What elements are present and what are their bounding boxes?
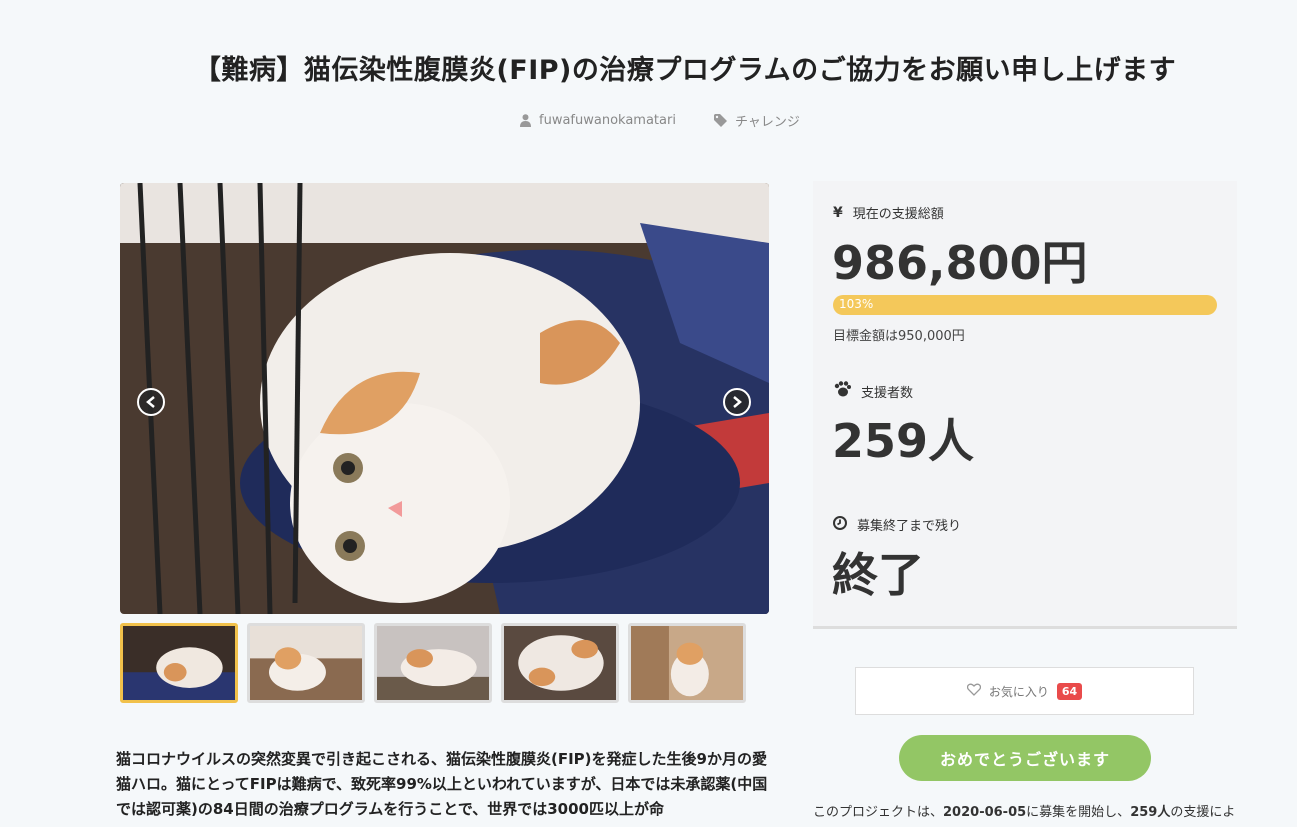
paw-icon <box>833 381 851 401</box>
user-icon <box>520 114 531 127</box>
thumbnail-4[interactable] <box>501 623 619 703</box>
remaining-label: 募集終了まで残り <box>857 519 962 534</box>
thumbnail-5[interactable] <box>628 623 746 703</box>
funded-label-row: ¥ 現在の支援総額 <box>833 203 944 223</box>
image-slider[interactable] <box>120 183 769 614</box>
note-date: 2020-06-05 <box>943 805 1027 820</box>
note-post: の支援によ <box>1170 805 1236 820</box>
chevron-right-icon <box>732 393 742 412</box>
note-backers: 259人 <box>1130 805 1171 820</box>
remaining-value: 終了 <box>832 548 924 602</box>
backers-label-row: 支援者数 <box>833 381 913 401</box>
note-mid: に募集を開始し、 <box>1026 805 1131 820</box>
project-description: 猫コロナウイルスの突然変異で引き起こされる、猫伝染性腹膜炎(FIP)を発症した生… <box>116 750 768 818</box>
project-summary-note: このプロジェクトは、2020-06-05に募集を開始し、259人の支援によ <box>813 801 1237 820</box>
thumbnail-1[interactable] <box>120 623 238 703</box>
cat-photo <box>120 183 769 614</box>
category-name: チャレンジ <box>734 115 800 130</box>
goal-text: 目標金額は950,000円 <box>833 329 965 344</box>
clock-icon <box>833 515 847 534</box>
thumbnail-2[interactable] <box>247 623 365 703</box>
favorite-button[interactable]: お気に入り 64 <box>855 667 1194 715</box>
backers-count: 259人 <box>832 414 975 468</box>
author-link[interactable]: fuwafuwanokamatari <box>520 113 676 128</box>
favorite-count-badge: 64 <box>1056 682 1083 700</box>
project-meta: fuwafuwanokamatari チャレンジ <box>520 111 838 130</box>
progress-fill <box>833 295 1217 315</box>
page-title: 【難病】猫伝染性腹膜炎(FIP)の治療プログラムのご協力をお願い申し上げます <box>193 55 1177 86</box>
thumbnail-strip <box>120 623 746 703</box>
thumbnail-3[interactable] <box>374 623 492 703</box>
progress-bar: 103% <box>833 295 1217 315</box>
remaining-label-row: 募集終了まで残り <box>833 515 961 534</box>
chevron-left-icon <box>146 393 156 412</box>
heart-icon <box>966 683 981 699</box>
note-pre: このプロジェクトは、 <box>813 805 944 820</box>
tag-icon <box>713 114 727 127</box>
funded-label: 現在の支援総額 <box>852 207 944 222</box>
favorite-label: お気に入り <box>988 684 1049 699</box>
progress-percent: 103% <box>839 297 874 311</box>
funded-amount: 986,800円 <box>832 236 1088 290</box>
congrats-button[interactable]: おめでとうございます <box>899 735 1151 781</box>
category-link[interactable]: チャレンジ <box>713 111 800 130</box>
yen-icon: ¥ <box>833 204 843 221</box>
stats-panel: ¥ 現在の支援総額 986,800円 103% 目標金額は950,000円 支援… <box>813 181 1237 629</box>
author-name: fuwafuwanokamatari <box>539 113 676 128</box>
slider-next-button[interactable] <box>723 388 751 416</box>
backers-label: 支援者数 <box>861 385 914 401</box>
slider-prev-button[interactable] <box>137 388 165 416</box>
